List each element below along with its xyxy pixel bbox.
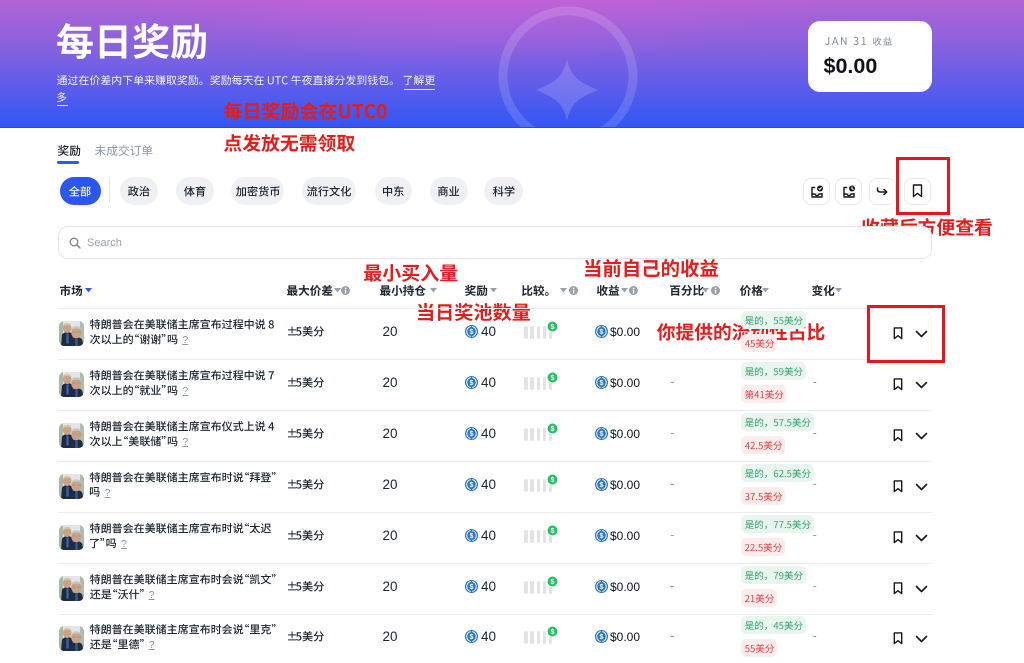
svg-text:$: $ [470, 379, 474, 387]
svg-text:$: $ [470, 328, 474, 336]
svg-text:$: $ [551, 323, 555, 331]
svg-text:$: $ [551, 578, 555, 586]
svg-text:$: $ [599, 430, 603, 438]
svg-text:$: $ [551, 476, 555, 484]
svg-text:$: $ [599, 328, 603, 336]
svg-text:$: $ [470, 481, 474, 489]
svg-text:$: $ [470, 583, 474, 591]
svg-text:$: $ [551, 628, 555, 636]
svg-text:$: $ [551, 374, 555, 382]
svg-text:$: $ [551, 527, 555, 535]
svg-text:$: $ [599, 379, 603, 387]
svg-text:$: $ [470, 633, 474, 641]
svg-text:$: $ [599, 583, 603, 591]
svg-text:$: $ [599, 633, 603, 641]
svg-text:$: $ [551, 425, 555, 433]
svg-text:$: $ [470, 532, 474, 540]
svg-text:$: $ [599, 481, 603, 489]
svg-text:$: $ [599, 532, 603, 540]
svg-text:$: $ [470, 430, 474, 438]
